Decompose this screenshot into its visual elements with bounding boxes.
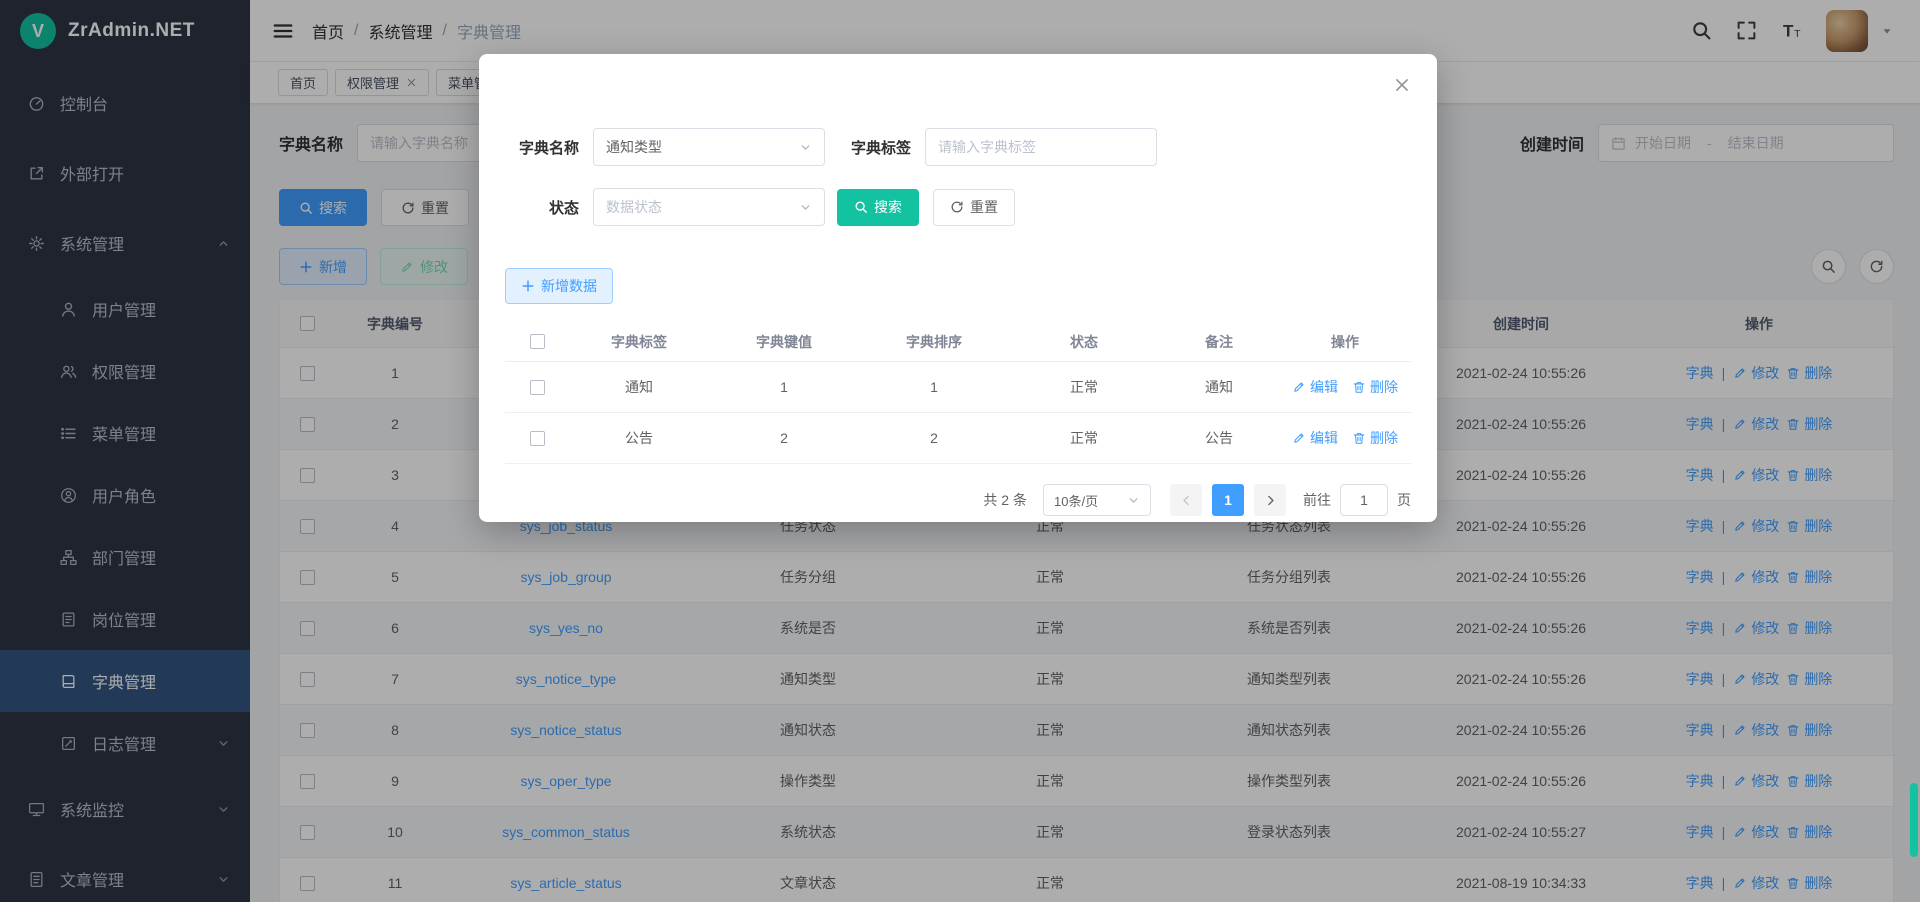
prev-page-button[interactable]: [1170, 484, 1202, 516]
status-cell: 正常: [1009, 377, 1159, 397]
edit-link[interactable]: 编辑: [1292, 377, 1338, 397]
column-header: 字典排序: [859, 332, 1009, 352]
modal-search-button-label: 搜索: [874, 197, 902, 217]
modal-table-row: 通知11正常通知编辑删除: [505, 362, 1411, 413]
row-checkbox[interactable]: [530, 380, 545, 395]
goto-page: 前往 页: [1303, 484, 1411, 516]
dict-value-cell: 2: [709, 430, 859, 446]
select-all-checkbox[interactable]: [530, 334, 545, 349]
search-icon: [854, 200, 868, 214]
column-header: 状态: [1009, 332, 1159, 352]
delete-link-label: 删除: [1370, 377, 1398, 397]
page-scrollbar[interactable]: [1908, 0, 1918, 902]
form-row: 状态 数据状态 搜索 重置: [505, 188, 1411, 226]
modal-dict-name-label: 字典名称: [505, 137, 579, 158]
add-data-button-label: 新增数据: [541, 276, 597, 296]
modal-dict-label-label: 字典标签: [837, 137, 911, 158]
page-size-select[interactable]: 10条/页: [1043, 484, 1151, 516]
goto-label: 前往: [1303, 490, 1331, 510]
status-select-placeholder: 数据状态: [606, 197, 799, 217]
remark-cell: 公告: [1159, 428, 1279, 448]
scrollbar-thumb[interactable]: [1910, 783, 1918, 857]
chevron-down-icon: [799, 201, 812, 214]
edit-link-label: 编辑: [1310, 428, 1338, 448]
delete-icon: [1352, 380, 1366, 394]
delete-icon: [1352, 431, 1366, 445]
next-page-button[interactable]: [1254, 484, 1286, 516]
add-data-button[interactable]: 新增数据: [505, 268, 613, 304]
modal-status-label: 状态: [505, 197, 579, 218]
dict-label-cell: 通知: [569, 377, 709, 397]
dict-data-table: 字典标签字典键值字典排序状态备注操作通知11正常通知编辑删除公告22正常公告编辑…: [505, 322, 1411, 464]
column-header: 备注: [1159, 332, 1279, 352]
modal-reset-button[interactable]: 重置: [933, 189, 1015, 226]
modal-reset-button-label: 重置: [970, 197, 998, 217]
status-select[interactable]: 数据状态: [593, 188, 825, 226]
row-checkbox[interactable]: [530, 431, 545, 446]
chevron-down-icon: [1127, 494, 1140, 507]
edit-icon: [1292, 431, 1306, 445]
column-header: 操作: [1279, 332, 1411, 352]
delete-link[interactable]: 删除: [1352, 377, 1398, 397]
select-all-cell: [505, 334, 569, 349]
dict-data-dialog: 字典名称 通知类型 字典标签 状态 数据状态 搜索 重置: [479, 54, 1437, 522]
goto-suffix: 页: [1397, 490, 1411, 510]
row-actions: 编辑 删除: [1279, 377, 1411, 397]
close-icon[interactable]: [1393, 76, 1411, 94]
page-number-button[interactable]: 1: [1212, 484, 1244, 516]
column-header: 字典标签: [569, 332, 709, 352]
form-row: 字典名称 通知类型 字典标签: [505, 128, 1411, 166]
modal-table-row: 公告22正常公告编辑删除: [505, 413, 1411, 464]
refresh-icon: [950, 200, 964, 214]
dict-sort-cell: 2: [859, 430, 1009, 446]
modal-search-form: 字典名称 通知类型 字典标签 状态 数据状态 搜索 重置: [479, 54, 1437, 226]
page-size-value: 10条/页: [1054, 491, 1127, 510]
edit-link[interactable]: 编辑: [1292, 428, 1338, 448]
goto-page-input[interactable]: [1340, 484, 1388, 516]
dict-name-select-value: 通知类型: [606, 137, 799, 157]
dict-label-cell: 公告: [569, 428, 709, 448]
dict-sort-cell: 1: [859, 379, 1009, 395]
pagination-total: 共 2 条: [983, 490, 1027, 510]
status-cell: 正常: [1009, 428, 1159, 448]
arrow-left-icon: [1180, 494, 1193, 507]
delete-link-label: 删除: [1370, 428, 1398, 448]
chevron-down-icon: [799, 141, 812, 154]
dict-name-select[interactable]: 通知类型: [593, 128, 825, 166]
pagination-bar: 共 2 条 10条/页 1 前往 页: [505, 484, 1411, 516]
column-header: 字典键值: [709, 332, 859, 352]
modal-table-header-row: 字典标签字典键值字典排序状态备注操作: [505, 322, 1411, 362]
row-actions: 编辑 删除: [1279, 428, 1411, 448]
remark-cell: 通知: [1159, 377, 1279, 397]
delete-link[interactable]: 删除: [1352, 428, 1398, 448]
arrow-right-icon: [1264, 494, 1277, 507]
modal-search-button[interactable]: 搜索: [837, 189, 919, 226]
edit-link-label: 编辑: [1310, 377, 1338, 397]
edit-icon: [1292, 380, 1306, 394]
plus-icon: [521, 279, 535, 293]
dict-value-cell: 1: [709, 379, 859, 395]
dict-label-input[interactable]: [925, 128, 1157, 166]
